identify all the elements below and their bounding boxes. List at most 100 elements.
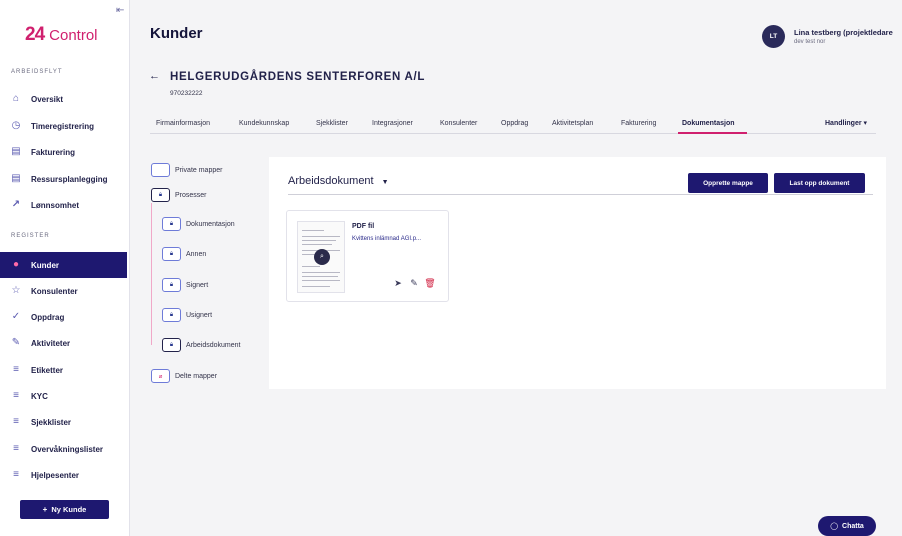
documents-panel: Arbeidsdokument ▼ Opprette mappe Last opp… bbox=[269, 157, 886, 389]
folder-label: Signert bbox=[186, 281, 209, 289]
document-type-label: Arbeidsdokument bbox=[288, 175, 374, 187]
avatar: LT bbox=[762, 25, 785, 48]
divider bbox=[288, 194, 873, 195]
sidebar-item-aktiviteter[interactable]: ✎ Aktiviteter bbox=[0, 330, 127, 356]
chat-button[interactable]: ◯ Chatta bbox=[818, 516, 876, 536]
folder-label: Annen bbox=[186, 250, 207, 258]
folder-shared[interactable]: ⌀ Delte mapper bbox=[151, 369, 217, 383]
actions-label: Handlinger bbox=[825, 120, 862, 127]
sidebar-item-hjelpesenter[interactable]: ≡ Hjelpesenter bbox=[0, 462, 127, 488]
tab-aktivitetsplan[interactable]: Aktivitetsplan bbox=[552, 120, 593, 127]
home-icon: ⌂ bbox=[12, 93, 20, 104]
folder-label: Prosesser bbox=[175, 191, 207, 199]
tab-dokumentasjon[interactable]: Dokumentasjon bbox=[682, 120, 735, 127]
sidebar-item-oppdrag[interactable]: ✓ Oppdrag bbox=[0, 304, 127, 330]
sidebar-item-label: Oversikt bbox=[31, 94, 64, 104]
back-arrow-icon[interactable]: ← bbox=[149, 70, 160, 82]
trash-icon[interactable]: 🗑︎ bbox=[424, 278, 435, 288]
upload-document-button[interactable]: Last opp dokument bbox=[774, 173, 865, 193]
sidebar-item-oversikt[interactable]: ⌂ Oversikt bbox=[0, 86, 127, 112]
sidebar-item-label: Aktiviteter bbox=[31, 338, 71, 348]
tab-bar: Firmainformasjon Kundekunnskap Sjekklist… bbox=[150, 115, 876, 134]
sidebar-item-etiketter[interactable]: ≡ Etiketter bbox=[0, 357, 127, 383]
user-menu[interactable]: LT Lina testberg (projektledare dev test… bbox=[762, 25, 893, 48]
pdf-thumbnail[interactable]: ⌕ bbox=[297, 221, 345, 293]
user-name: Lina testberg (projektledare bbox=[794, 28, 893, 37]
tab-kundekunnskap[interactable]: Kundekunnskap bbox=[239, 120, 289, 127]
tab-integrasjoner[interactable]: Integrasjoner bbox=[372, 120, 413, 127]
list-icon: ≡ bbox=[13, 416, 19, 427]
sidebar-item-timeregistrering[interactable]: ◷ Timeregistrering bbox=[0, 113, 127, 139]
org-number: 970232222 bbox=[170, 90, 203, 97]
sidebar-item-kyc[interactable]: ≡ KYC bbox=[0, 383, 127, 409]
add-user-icon: + bbox=[42, 505, 48, 514]
sidebar-item-label: Timeregistrering bbox=[31, 121, 94, 131]
folder-lock-icon: 🔒︎ bbox=[162, 338, 181, 352]
folder-lock-icon: 🔒︎ bbox=[162, 217, 181, 231]
send-icon[interactable]: ➤ bbox=[393, 278, 403, 288]
pencil-icon: ✎ bbox=[11, 337, 21, 348]
chart-trend-icon: ↗ bbox=[11, 199, 21, 210]
collapse-sidebar-icon[interactable]: ⇤ bbox=[116, 6, 126, 16]
page-title: Kunder bbox=[150, 25, 203, 42]
folder-label: Private mapper bbox=[175, 166, 223, 174]
shared-folder-icon: ⌀ bbox=[151, 369, 170, 383]
sidebar-item-kunder[interactable]: ● Kunder bbox=[0, 252, 127, 278]
sidebar-item-label: KYC bbox=[31, 391, 48, 401]
list-icon: ≡ bbox=[13, 443, 19, 454]
user-org: dev test nor bbox=[794, 39, 826, 45]
actions-dropdown[interactable]: Handlinger ▾ bbox=[825, 119, 867, 127]
tab-fakturering[interactable]: Fakturering bbox=[621, 120, 656, 127]
folder-private[interactable]: Private mapper bbox=[151, 163, 222, 177]
folder-processes[interactable]: 🔒︎ Prosesser bbox=[151, 188, 207, 202]
clock-icon: ◷ bbox=[11, 120, 21, 131]
new-customer-button[interactable]: + Ny Kunde bbox=[20, 500, 109, 519]
tab-oppdrag[interactable]: Oppdrag bbox=[501, 120, 528, 127]
sidebar-item-label: Overvåkningslister bbox=[31, 444, 104, 454]
logo-text: Control bbox=[49, 26, 98, 44]
sidebar-item-lonnsomhet[interactable]: ↗ Lønnsomhet bbox=[0, 192, 127, 218]
create-folder-button[interactable]: Opprette mappe bbox=[688, 173, 768, 193]
sidebar-item-label: Ressursplanlegging bbox=[31, 174, 108, 184]
search-icon[interactable]: ⌕ bbox=[314, 249, 330, 265]
folder-lock-icon: 🔒︎ bbox=[151, 188, 170, 202]
sidebar-item-label: Kunder bbox=[31, 260, 59, 270]
folder-usignert[interactable]: 🔒︎ Usignert bbox=[162, 308, 212, 322]
logo-mark: 24 bbox=[25, 24, 45, 45]
folder-annen[interactable]: 🔒︎ Annen bbox=[162, 247, 206, 261]
invoice-icon: ▤ bbox=[11, 146, 21, 157]
caret-down-icon: ▼ bbox=[381, 179, 389, 186]
sidebar-item-label: Konsulenter bbox=[31, 286, 78, 296]
folder-lock-icon: 🔒︎ bbox=[162, 308, 181, 322]
folder-dokumentasjon[interactable]: 🔒︎ Dokumentasjon bbox=[162, 217, 235, 231]
folder-signert[interactable]: 🔒︎ Signert bbox=[162, 278, 208, 292]
sidebar-item-overvakningslister[interactable]: ≡ Overvåkningslister bbox=[0, 436, 127, 462]
logo[interactable]: 24 Control bbox=[25, 24, 98, 46]
list-icon: ≡ bbox=[13, 390, 19, 401]
folder-label: Usignert bbox=[186, 311, 213, 319]
file-card[interactable]: ⌕ PDF fil Kvittens inlämnad AGI.p... ➤ ✎… bbox=[286, 210, 449, 302]
chat-label: Chatta bbox=[842, 522, 864, 530]
sidebar-item-label: Hjelpesenter bbox=[31, 470, 80, 480]
folder-arbeidsdokument[interactable]: 🔒︎ Arbeidsdokument bbox=[162, 338, 240, 352]
list-icon: ≡ bbox=[13, 364, 19, 375]
sidebar-item-sjekklister[interactable]: ≡ Sjekklister bbox=[0, 409, 127, 435]
folder-label: Dokumentasjon bbox=[186, 220, 235, 228]
folder-lock-icon: 🔒︎ bbox=[162, 247, 181, 261]
folder-lock-icon: 🔒︎ bbox=[162, 278, 181, 292]
sidebar-item-label: Sjekklister bbox=[31, 417, 72, 427]
document-type-dropdown[interactable]: Arbeidsdokument ▼ bbox=[288, 175, 389, 187]
tab-firmainformasjon[interactable]: Firmainformasjon bbox=[156, 120, 210, 127]
sidebar-item-ressursplanlegging[interactable]: ▤ Ressursplanlegging bbox=[0, 166, 127, 192]
user-info: Lina testberg (projektledare dev test no… bbox=[794, 28, 893, 45]
tab-konsulenter[interactable]: Konsulenter bbox=[440, 120, 477, 127]
edit-document-icon[interactable]: ✎ bbox=[409, 278, 419, 288]
sidebar-item-konsulenter[interactable]: ☆ Konsulenter bbox=[0, 278, 127, 304]
file-name-link[interactable]: Kvittens inlämnad AGI.p... bbox=[352, 236, 421, 242]
tab-sjekklister[interactable]: Sjekklister bbox=[316, 120, 348, 127]
file-type: PDF fil bbox=[352, 223, 375, 230]
sidebar: ⇤ 24 Control ARBEIDSFLYT ⌂ Oversikt ◷ Ti… bbox=[0, 0, 130, 536]
sidebar-item-fakturering[interactable]: ▤ Fakturering bbox=[0, 139, 127, 165]
check-badge-icon: ✓ bbox=[11, 311, 21, 322]
person-icon: ● bbox=[12, 259, 20, 270]
